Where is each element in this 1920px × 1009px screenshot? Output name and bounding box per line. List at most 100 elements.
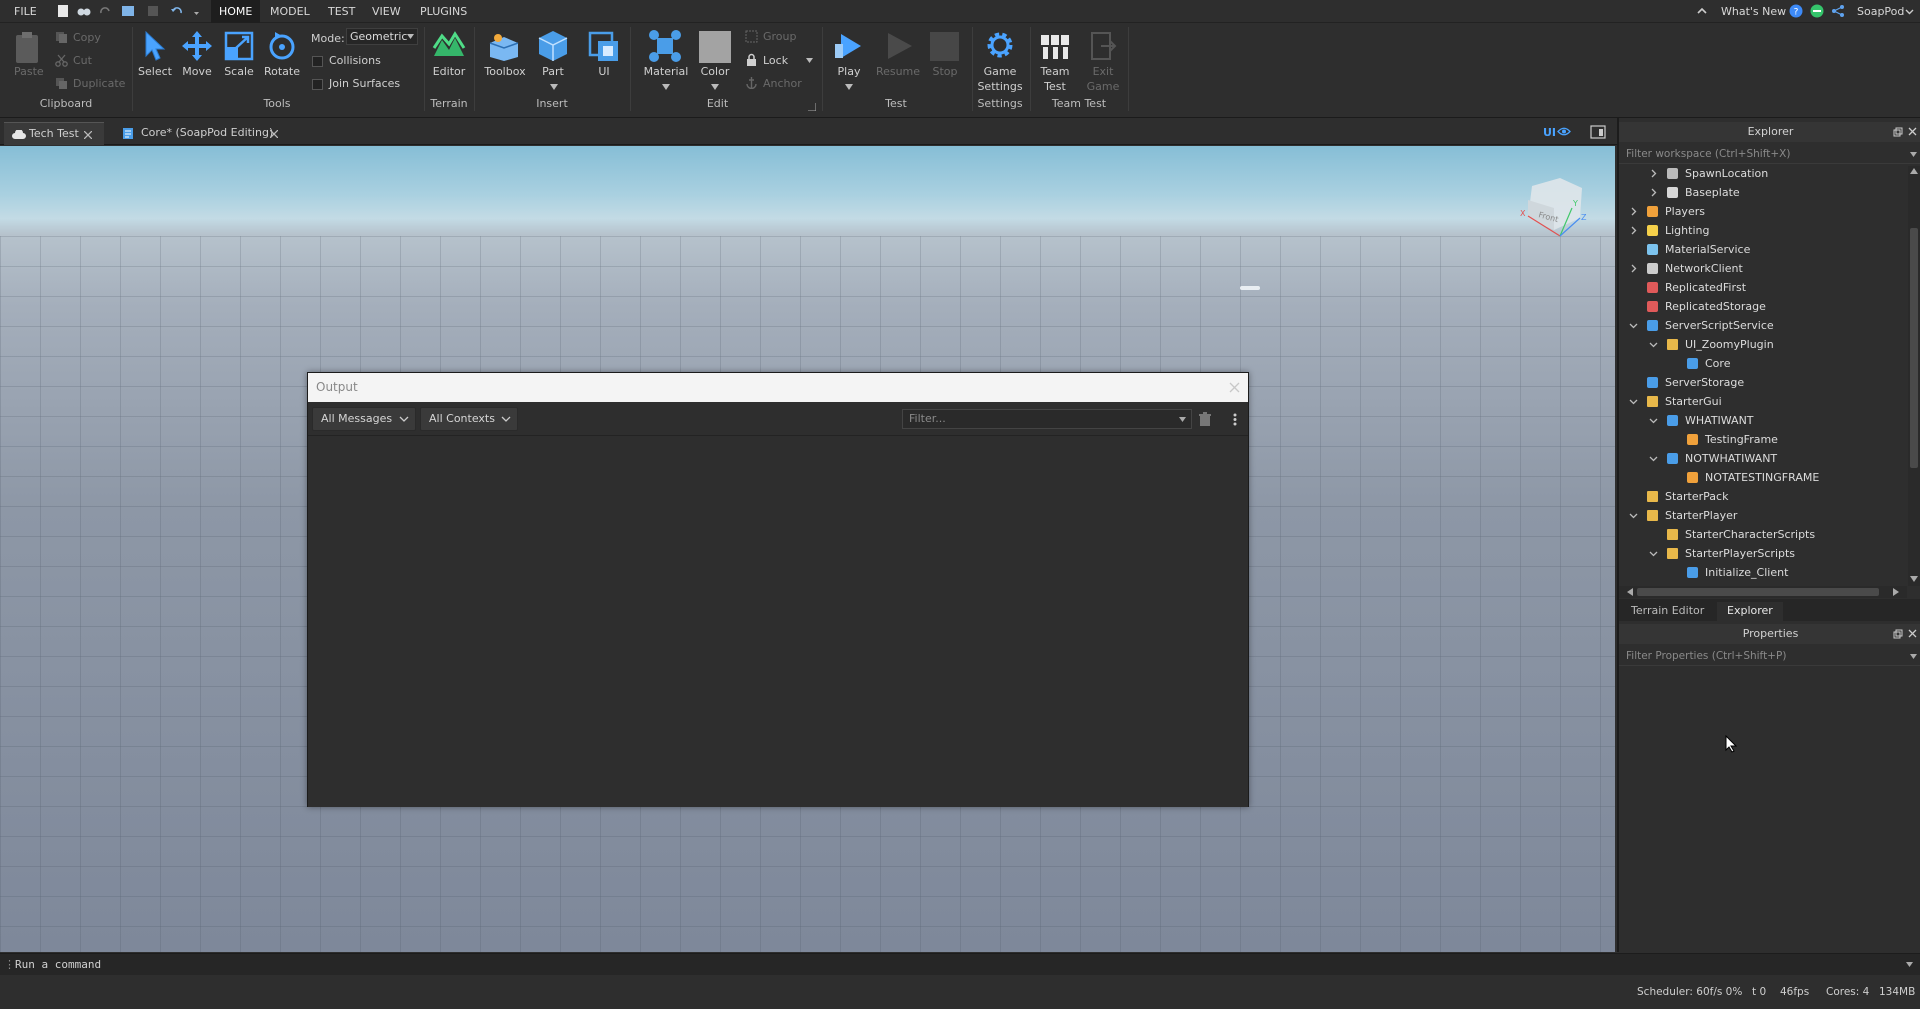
tree-item[interactable]: StarterCharacterScripts — [1619, 525, 1907, 544]
part-dropdown-icon[interactable] — [550, 84, 558, 90]
join-surfaces-checkbox[interactable] — [312, 79, 323, 90]
tree-item[interactable]: Players — [1619, 202, 1907, 221]
ui-icon[interactable] — [588, 31, 620, 63]
share-icon[interactable] — [1831, 4, 1845, 18]
quick-access-dropdown-icon[interactable] — [192, 4, 201, 18]
select-button[interactable]: Select — [138, 65, 172, 78]
scale-button[interactable]: Scale — [222, 65, 256, 78]
team-test-button-line1[interactable]: Team — [1036, 65, 1074, 78]
tree-item[interactable]: StarterPlayer — [1619, 506, 1907, 525]
terrain-editor-button[interactable]: Editor — [428, 65, 470, 78]
scrollbar-thumb[interactable] — [1637, 588, 1879, 596]
chevron-down-icon[interactable] — [1649, 454, 1658, 463]
menu-model[interactable]: MODEL — [262, 0, 318, 23]
chevron-down-icon[interactable] — [1629, 321, 1638, 330]
exit-game-button-line1[interactable]: Exit — [1086, 65, 1120, 78]
move-button[interactable]: Move — [180, 65, 214, 78]
tab-explorer[interactable]: Explorer — [1717, 602, 1783, 621]
username-menu[interactable]: SoapPod — [1849, 0, 1912, 23]
play-button[interactable]: Play — [832, 65, 866, 78]
part-cube-icon[interactable] — [537, 29, 569, 63]
tree-item[interactable]: Core — [1619, 354, 1907, 373]
help-icon[interactable]: ? — [1789, 4, 1803, 18]
tree-item[interactable]: SpawnLocation — [1619, 166, 1907, 183]
tab-terrain-editor[interactable]: Terrain Editor — [1625, 602, 1710, 620]
publish-icon[interactable] — [121, 4, 135, 18]
material-button[interactable]: Material — [642, 65, 690, 78]
tree-item[interactable]: ServerStorage — [1619, 373, 1907, 392]
lock-button[interactable]: Lock — [763, 54, 788, 67]
tree-item[interactable]: Lighting — [1619, 221, 1907, 240]
chevron-down-icon[interactable] — [1906, 962, 1913, 967]
tab-tech-test[interactable]: Tech Test — [4, 122, 104, 145]
close-icon[interactable] — [270, 130, 278, 138]
color-dropdown-icon[interactable] — [711, 84, 719, 90]
chevron-down-icon[interactable] — [1629, 511, 1638, 520]
material-dropdown-icon[interactable] — [662, 84, 670, 90]
tree-item[interactable]: StarterPack — [1619, 487, 1907, 506]
move-arrows-icon[interactable] — [181, 30, 213, 62]
anchor-button[interactable]: Anchor — [763, 77, 802, 90]
game-settings-button-line1[interactable]: Game — [978, 65, 1022, 78]
chevron-right-icon[interactable] — [1629, 264, 1638, 273]
tree-item[interactable]: NetworkClient — [1619, 259, 1907, 278]
tree-item[interactable]: WHATIWANT — [1619, 411, 1907, 430]
toolbox-button[interactable]: Toolbox — [482, 65, 528, 78]
output-title-bar[interactable]: Output — [308, 373, 1248, 402]
menu-file[interactable]: FILE — [6, 0, 45, 23]
team-test-button-line2[interactable]: Test — [1036, 80, 1074, 93]
scale-icon[interactable] — [224, 30, 254, 62]
copy-button[interactable]: Copy — [73, 31, 101, 44]
tree-item[interactable]: MaterialService — [1619, 240, 1907, 259]
tree-item[interactable]: UI_ZoomyPlugin — [1619, 335, 1907, 354]
stop-quick-icon[interactable] — [146, 4, 160, 18]
gear-icon[interactable] — [984, 29, 1016, 61]
rotate-button[interactable]: Rotate — [263, 65, 301, 78]
toolbox-icon[interactable] — [487, 31, 521, 63]
tree-item[interactable]: TestingFrame — [1619, 430, 1907, 449]
color-button[interactable]: Color — [695, 65, 735, 78]
scrollbar-thumb[interactable] — [1910, 228, 1918, 468]
properties-list[interactable] — [1619, 668, 1920, 952]
tab-core-script[interactable]: Core* (SoapPod Editing) — [112, 122, 292, 145]
tree-item[interactable]: ReplicatedStorage — [1619, 297, 1907, 316]
chevron-right-icon[interactable] — [1649, 169, 1658, 178]
view-selector-cube[interactable]: Front X Y Z — [1510, 174, 1590, 254]
undock-icon[interactable] — [1893, 629, 1903, 639]
paste-button[interactable]: Paste — [14, 65, 44, 78]
explorer-filter-input[interactable]: Filter workspace (Ctrl+Shift+X) — [1619, 144, 1920, 164]
team-test-icon[interactable] — [1039, 31, 1071, 61]
select-cursor-icon[interactable] — [141, 30, 167, 62]
tree-item[interactable]: NOTWHATIWANT — [1619, 449, 1907, 468]
messages-filter-dropdown[interactable]: All Messages — [312, 407, 416, 431]
chevron-right-icon[interactable] — [1629, 226, 1638, 235]
close-icon[interactable] — [1228, 381, 1241, 394]
mode-select[interactable]: Geometric — [346, 28, 418, 45]
menu-home[interactable]: HOME — [211, 0, 261, 23]
stop-button[interactable]: Stop — [928, 65, 962, 78]
ui-button[interactable]: UI — [588, 65, 620, 78]
edit-settings-corner-icon[interactable] — [808, 103, 816, 111]
eye-icon[interactable] — [1557, 126, 1571, 137]
chevron-down-icon[interactable] — [1629, 397, 1638, 406]
terrain-editor-icon[interactable] — [432, 30, 466, 64]
properties-filter-input[interactable]: Filter Properties (Ctrl+Shift+P) — [1619, 646, 1920, 666]
group-button[interactable]: Group — [763, 30, 797, 43]
command-bar[interactable]: ⋮ Run a command — [0, 953, 1920, 975]
play-dropdown-icon[interactable] — [845, 84, 853, 90]
collapse-ribbon-icon[interactable] — [1697, 6, 1707, 16]
collisions-checkbox[interactable] — [312, 56, 323, 67]
tree-item[interactable]: Initialize_Client — [1619, 563, 1907, 582]
tree-item[interactable]: ReplicatedFirst — [1619, 278, 1907, 297]
scroll-left-icon[interactable] — [1627, 588, 1633, 596]
scroll-up-icon[interactable] — [1910, 168, 1918, 174]
binoculars-icon[interactable] — [77, 4, 91, 18]
close-icon[interactable] — [1908, 127, 1917, 136]
output-filter-input[interactable]: Filter... — [902, 409, 1192, 429]
play-icon[interactable] — [833, 30, 865, 62]
rotate-icon[interactable] — [266, 30, 298, 62]
chevron-right-icon[interactable] — [1649, 188, 1658, 197]
color-swatch-icon[interactable] — [699, 31, 731, 63]
tree-item[interactable]: NOTATESTINGFRAME — [1619, 468, 1907, 487]
lock-dropdown-icon[interactable] — [806, 58, 813, 63]
